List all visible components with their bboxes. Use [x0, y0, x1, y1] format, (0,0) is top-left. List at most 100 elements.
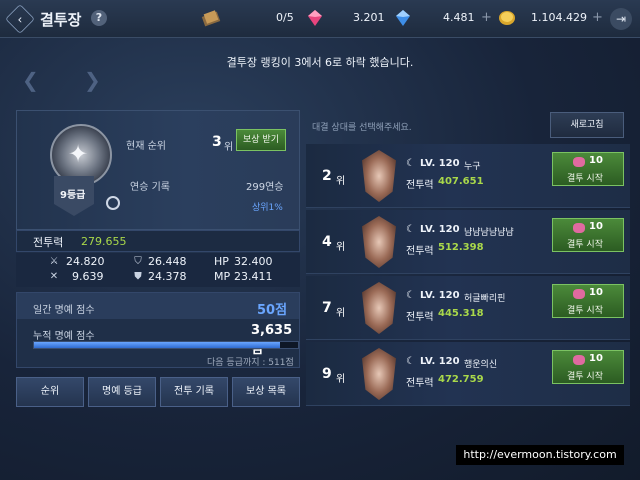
duel-label: 결투 시작	[567, 306, 603, 316]
opponent-power-label: 전투력	[406, 312, 434, 323]
duel-label: 결투 시작	[567, 372, 603, 382]
refresh-button[interactable]: 새로고침	[550, 112, 624, 138]
accuracy-icon: ✕	[49, 271, 59, 282]
ticket-count: 0/5	[276, 11, 294, 24]
opponent-level: LV. 120	[420, 224, 460, 235]
magic-defense-icon: ⛊	[134, 271, 142, 282]
select-opponent-hint: 대결 상대를 선택해주세요.	[312, 123, 412, 133]
streak-label: 연승 기록	[130, 182, 170, 193]
help-button[interactable]: ?	[91, 10, 107, 26]
stats-panel: ⚔ 24.820 ✕ 9.639 ⛉ 26.448 ⛊ 24.378 HP 32…	[16, 253, 300, 287]
opponent-rank-unit: 위	[336, 242, 346, 253]
opponent-power: 445.318	[438, 308, 484, 319]
opponent-level: LV. 120	[420, 290, 460, 301]
opponent-rank-unit: 위	[336, 374, 346, 385]
add-gold-plus-icon[interactable]: +	[592, 10, 603, 25]
honor-progress-fill	[34, 342, 280, 348]
current-rank-label: 현재 순위	[126, 141, 166, 152]
watermark: http://evermoon.tistory.com	[456, 445, 624, 465]
opponent-row[interactable]: 9 위 ☾ LV. 120 행운의신 전투력 472.759 10 결투 시작	[306, 342, 630, 406]
blue-gem-count: 4.481	[443, 11, 475, 24]
opponent-rank-unit: 위	[336, 176, 346, 187]
ticket-icon	[201, 10, 221, 27]
opponent-level: LV. 120	[420, 356, 460, 367]
moon-icon: ☾	[406, 356, 415, 367]
duel-cost: 10	[589, 155, 603, 166]
gem-icon	[573, 355, 585, 365]
blue-gem-icon	[396, 10, 410, 26]
opponent-name: 냠냠냠냠냠냠	[464, 228, 514, 238]
claim-reward-button[interactable]: 보상 받기	[236, 129, 286, 151]
opponent-emblem-icon	[362, 282, 396, 334]
weekly-honor-label: 일간 명예 점수	[33, 305, 95, 316]
power-row: 전투력 279.655	[16, 230, 300, 252]
honor-panel: 일간 명예 점수 50점 누적 명예 점수 3,635점 다음 등급까지 : 5…	[16, 292, 300, 368]
back-arrow-icon: ‹	[17, 11, 23, 27]
opponent-rank: 2	[322, 168, 332, 184]
current-rank-unit: 위	[224, 142, 234, 153]
start-duel-button[interactable]: 10 결투 시작	[552, 350, 624, 384]
defense-icon: ⛉	[134, 256, 142, 267]
red-gem-icon	[308, 10, 322, 26]
accumulated-honor-value: 3,635점	[251, 323, 293, 357]
opponent-emblem-icon	[362, 150, 396, 202]
top-percent: 상위1%	[252, 203, 283, 213]
opponent-rank: 7	[322, 300, 332, 316]
back-button[interactable]: ‹	[5, 4, 35, 34]
start-duel-button[interactable]: 10 결투 시작	[552, 218, 624, 252]
moon-icon: ☾	[406, 224, 415, 235]
next-grade-text: 다음 등급까지 : 511점	[207, 358, 294, 368]
page-title: 결투장	[40, 11, 82, 29]
opponent-emblem-icon	[362, 348, 396, 400]
opponent-rank-unit: 위	[336, 308, 346, 319]
current-rank-value: 3	[212, 134, 222, 150]
opponent-power-label: 전투력	[406, 180, 434, 191]
weekly-honor-row: 일간 명예 점수 50점	[17, 293, 299, 319]
wing-left-icon: ❮	[22, 68, 39, 92]
stat-magic-defense: 24.378	[148, 270, 187, 283]
gold-coin-icon	[499, 11, 515, 25]
opponent-row[interactable]: 2 위 ☾ LV. 120 누구 전투력 407.651 10 결투 시작	[306, 144, 630, 208]
opponent-emblem-icon	[362, 216, 396, 268]
add-blue-gem-plus-icon[interactable]: +	[481, 10, 492, 25]
duel-label: 결투 시작	[567, 240, 603, 250]
top-bar: ‹ 결투장 ? 0/5 3.201 4.481 + 1.104.429 + ⇥	[0, 0, 640, 38]
star-icon: ✦	[68, 140, 89, 168]
start-duel-button[interactable]: 10 결투 시작	[552, 284, 624, 318]
opponent-name: 누구	[464, 162, 481, 172]
stat-attack: 24.820	[66, 255, 105, 268]
duel-label: 결투 시작	[567, 174, 603, 184]
stat-defense: 26.448	[148, 255, 187, 268]
opponent-name: 행운의신	[464, 360, 498, 370]
honor-progress-bar	[33, 341, 299, 349]
duel-cost: 10	[589, 353, 603, 364]
grade-label: 9등급	[60, 190, 86, 201]
rank-button[interactable]: 순위	[16, 377, 84, 407]
weekly-honor-value: 50점	[257, 303, 288, 318]
start-duel-button[interactable]: 10 결투 시작	[552, 152, 624, 186]
duel-cost: 10	[589, 287, 603, 298]
gem-icon	[573, 289, 585, 299]
hp-label: HP	[214, 255, 229, 268]
search-icon[interactable]	[106, 196, 120, 210]
opponent-row[interactable]: 4 위 ☾ LV. 120 냠냠냠냠냠냠 전투력 512.398 10 결투 시…	[306, 210, 630, 274]
power-value: 279.655	[81, 235, 127, 248]
opponent-power: 407.651	[438, 176, 484, 187]
opponent-power: 512.398	[438, 242, 484, 253]
gem-icon	[573, 223, 585, 233]
red-gem-count: 3.201	[353, 11, 385, 24]
opponent-row[interactable]: 7 위 ☾ LV. 120 허글빠리핀 전투력 445.318 10 결투 시작	[306, 276, 630, 340]
opponent-power: 472.759	[438, 374, 484, 385]
exit-icon[interactable]: ⇥	[610, 8, 632, 30]
reward-list-button[interactable]: 보상 목록	[232, 377, 300, 407]
moon-icon: ☾	[406, 158, 415, 169]
wing-right-icon: ❯	[84, 68, 101, 92]
mp-label: MP	[214, 270, 231, 283]
opponent-power-label: 전투력	[406, 378, 434, 389]
honor-grade-button[interactable]: 명예 등급	[88, 377, 156, 407]
opponent-level: LV. 120	[420, 158, 460, 169]
streak-value: 299연승	[246, 182, 284, 193]
moon-icon: ☾	[406, 290, 415, 301]
battle-log-button[interactable]: 전투 기록	[160, 377, 228, 407]
sword-icon: ⚔	[49, 256, 59, 267]
